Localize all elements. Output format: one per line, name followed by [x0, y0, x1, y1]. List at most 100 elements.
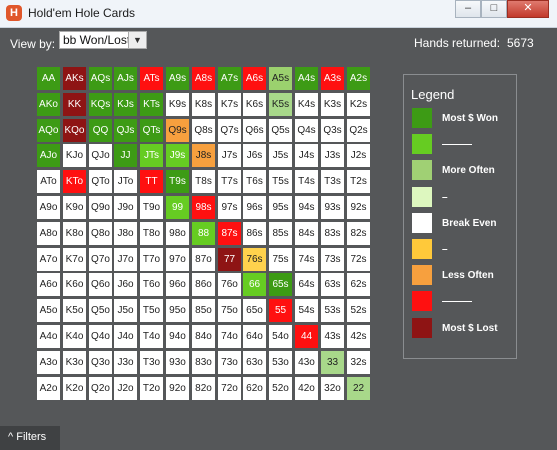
hand-cell[interactable]: 65o: [243, 299, 266, 322]
hand-cell[interactable]: Q5s: [269, 119, 292, 142]
hand-cell[interactable]: 94s: [295, 196, 318, 219]
maximize-button[interactable]: □: [481, 0, 507, 18]
hand-cell[interactable]: 72s: [347, 248, 370, 271]
hand-cell[interactable]: K3s: [321, 93, 344, 116]
hand-cell[interactable]: 64o: [243, 325, 266, 348]
hand-cell[interactable]: 75o: [218, 299, 241, 322]
hand-cell[interactable]: 65s: [269, 273, 292, 296]
hand-cell[interactable]: 74o: [218, 325, 241, 348]
hand-cell[interactable]: Q5o: [89, 299, 112, 322]
hand-cell[interactable]: KQs: [89, 93, 112, 116]
hand-cell[interactable]: A9o: [37, 196, 60, 219]
hand-cell[interactable]: 99: [166, 196, 189, 219]
hand-cell[interactable]: 74s: [295, 248, 318, 271]
hand-cell[interactable]: TT: [140, 170, 163, 193]
hand-cell[interactable]: A2s: [347, 67, 370, 90]
hand-cell[interactable]: T9s: [166, 170, 189, 193]
hand-cell[interactable]: Q8s: [192, 119, 215, 142]
hand-cell[interactable]: KTo: [63, 170, 86, 193]
close-button[interactable]: ✕: [507, 0, 549, 18]
hand-cell[interactable]: J5s: [269, 144, 292, 167]
hand-cell[interactable]: A7o: [37, 248, 60, 271]
hand-cell[interactable]: J7o: [114, 248, 137, 271]
hand-cell[interactable]: T5s: [269, 170, 292, 193]
hand-cell[interactable]: K7s: [218, 93, 241, 116]
hand-cell[interactable]: T7o: [140, 248, 163, 271]
hand-cell[interactable]: T4s: [295, 170, 318, 193]
hand-cell[interactable]: QTs: [140, 119, 163, 142]
hand-cell[interactable]: 82s: [347, 222, 370, 245]
hand-cell[interactable]: Q4o: [89, 325, 112, 348]
hand-cell[interactable]: 54o: [269, 325, 292, 348]
hand-cell[interactable]: A8s: [192, 67, 215, 90]
hand-cell[interactable]: ATo: [37, 170, 60, 193]
hand-cell[interactable]: 86s: [243, 222, 266, 245]
hand-cell[interactable]: T9o: [140, 196, 163, 219]
hand-cell[interactable]: K4s: [295, 93, 318, 116]
hand-cell[interactable]: Q4s: [295, 119, 318, 142]
hand-cell[interactable]: A9s: [166, 67, 189, 90]
hand-cell[interactable]: K2o: [63, 377, 86, 400]
hand-cell[interactable]: 73s: [321, 248, 344, 271]
chevron-down-icon[interactable]: ▼: [128, 32, 146, 48]
hand-cell[interactable]: K3o: [63, 351, 86, 374]
hand-cell[interactable]: J6o: [114, 273, 137, 296]
hand-cell[interactable]: Q2o: [89, 377, 112, 400]
hand-cell[interactable]: 52o: [269, 377, 292, 400]
hand-cell[interactable]: 22: [347, 377, 370, 400]
hand-cell[interactable]: JTs: [140, 144, 163, 167]
hand-cell[interactable]: 98s: [192, 196, 215, 219]
hand-cell[interactable]: KTs: [140, 93, 163, 116]
hand-cell[interactable]: 76s: [243, 248, 266, 271]
hand-cell[interactable]: Q3o: [89, 351, 112, 374]
hand-cell[interactable]: JJ: [114, 144, 137, 167]
hand-cell[interactable]: K5s: [269, 93, 292, 116]
hand-cell[interactable]: 53s: [321, 299, 344, 322]
hand-cell[interactable]: J4o: [114, 325, 137, 348]
hand-cell[interactable]: Q9o: [89, 196, 112, 219]
hand-cell[interactable]: 66: [243, 273, 266, 296]
hand-cell[interactable]: QQ: [89, 119, 112, 142]
hand-cell[interactable]: K6s: [243, 93, 266, 116]
hand-cell[interactable]: J8s: [192, 144, 215, 167]
hand-cell[interactable]: 44: [295, 325, 318, 348]
hand-cell[interactable]: Q6s: [243, 119, 266, 142]
hand-cell[interactable]: T3s: [321, 170, 344, 193]
hand-cell[interactable]: T8s: [192, 170, 215, 193]
filters-toggle[interactable]: ^ Filters: [8, 431, 46, 443]
hand-cell[interactable]: 88: [192, 222, 215, 245]
hand-cell[interactable]: 52s: [347, 299, 370, 322]
hand-cell[interactable]: KJo: [63, 144, 86, 167]
hand-cell[interactable]: QJs: [114, 119, 137, 142]
hand-cell[interactable]: 97o: [166, 248, 189, 271]
hand-cell[interactable]: A3o: [37, 351, 60, 374]
hand-cell[interactable]: T2o: [140, 377, 163, 400]
hand-cell[interactable]: 75s: [269, 248, 292, 271]
hand-cell[interactable]: T6s: [243, 170, 266, 193]
hand-cell[interactable]: J2s: [347, 144, 370, 167]
hand-cell[interactable]: AKo: [37, 93, 60, 116]
hand-cell[interactable]: Q3s: [321, 119, 344, 142]
hand-cell[interactable]: K5o: [63, 299, 86, 322]
hand-cell[interactable]: J6s: [243, 144, 266, 167]
hand-cell[interactable]: KK: [63, 93, 86, 116]
hand-cell[interactable]: 54s: [295, 299, 318, 322]
hand-cell[interactable]: T4o: [140, 325, 163, 348]
hand-cell[interactable]: 32o: [321, 377, 344, 400]
hand-cell[interactable]: 62s: [347, 273, 370, 296]
hand-cell[interactable]: 73o: [218, 351, 241, 374]
hand-cell[interactable]: 96s: [243, 196, 266, 219]
hand-cell[interactable]: A3s: [321, 67, 344, 90]
hand-cell[interactable]: T8o: [140, 222, 163, 245]
hand-cell[interactable]: AJs: [114, 67, 137, 90]
hand-cell[interactable]: K7o: [63, 248, 86, 271]
hand-cell[interactable]: 86o: [192, 273, 215, 296]
hand-cell[interactable]: 55: [269, 299, 292, 322]
hand-cell[interactable]: AQo: [37, 119, 60, 142]
hand-cell[interactable]: 32s: [347, 351, 370, 374]
hand-cell[interactable]: K4o: [63, 325, 86, 348]
hand-cell[interactable]: 62o: [243, 377, 266, 400]
hand-cell[interactable]: 97s: [218, 196, 241, 219]
hand-cell[interactable]: J5o: [114, 299, 137, 322]
hand-cell[interactable]: 96o: [166, 273, 189, 296]
